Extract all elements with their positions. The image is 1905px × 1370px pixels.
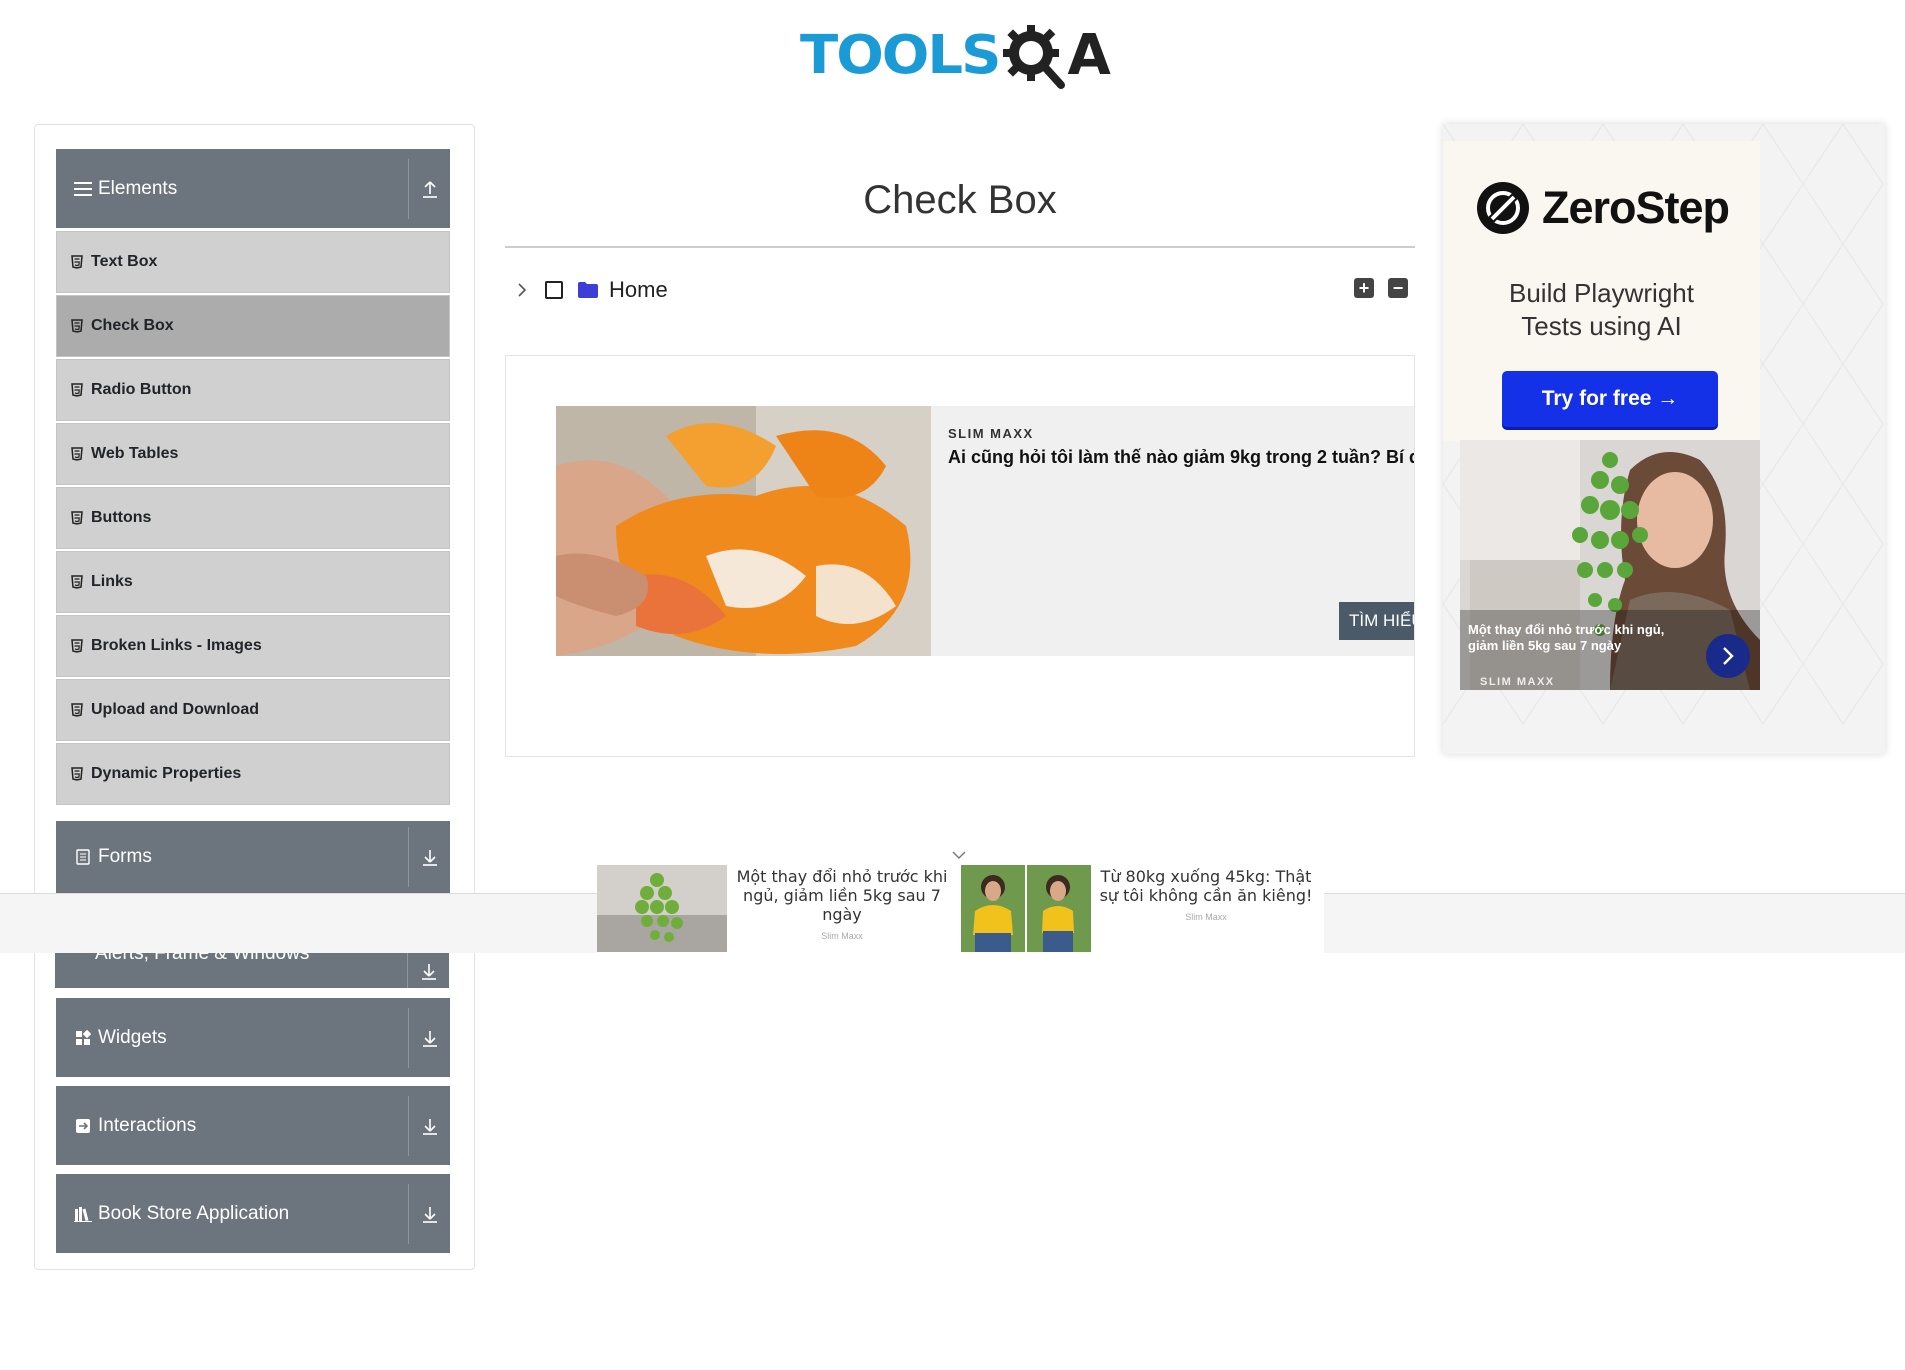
group-label: Widgets [98,1026,167,1048]
sticky-ad-item[interactable]: Một thay đổi nhỏ trước khi ngủ, giảm liề… [597,865,959,953]
folder-icon [578,282,598,298]
right-ad[interactable]: ZeroStep Build Playwright Tests using AI… [1443,124,1885,754]
group-label: Interactions [98,1114,197,1136]
sidebar-item-text-box[interactable]: Text Box [56,231,450,293]
html5-icon [71,255,83,269]
expand-arrow-icon[interactable] [409,848,450,866]
html5-icon [71,447,83,461]
home-checkbox[interactable] [545,281,563,299]
menu-item-label: Broken Links - Images [91,637,262,654]
group-label: Alerts, Frame & Windows [95,953,310,964]
menu-item-label: Radio Button [91,381,192,398]
html5-icon [71,383,83,397]
group-header-interactions[interactable]: Interactions [56,1086,450,1165]
sticky-ad-brand: Slim Maxx [1185,912,1227,922]
logo-a-text: A [1067,22,1111,88]
ad-photo-caption: Một thay đổi nhỏ trước khi ngủ, giảm liề… [1468,622,1665,653]
collapse-arrow-icon[interactable] [409,180,450,198]
logo-tools-text: TOOLS [800,24,1001,86]
expand-arrow-icon[interactable] [408,953,449,988]
group-header-alerts[interactable]: Alerts, Frame & Windows [55,953,449,988]
sticky-ad-brand: Slim Maxx [821,931,863,941]
html5-icon [71,767,83,781]
zerostep-card[interactable]: ZeroStep Build Playwright Tests using AI… [1443,141,1760,441]
group-header-widgets[interactable]: Widgets [56,998,450,1077]
sticky-ad-thumb-women[interactable] [961,865,1091,952]
ad-cta-button[interactable]: TÌM HIỂU THÊM [1339,602,1414,640]
chevron-right-icon[interactable] [1706,634,1750,678]
document-icon [72,846,94,868]
elements-menu-list: Text Box Check Box Radio Button Web Tabl… [56,231,450,807]
chevron-right-icon[interactable] [513,281,531,299]
sticky-ad-item[interactable]: Từ 80kg xuống 45kg: Thật sự tôi không cầ… [961,865,1323,953]
sidebar-item-buttons[interactable]: Buttons [56,487,450,549]
page-title: Check Box [863,178,1057,222]
menu-item-label: Text Box [91,253,158,270]
sticky-ad-thumb-plant[interactable] [597,865,727,952]
toolsqa-logo[interactable]: TOOLS A [800,15,1125,95]
sidebar-item-links[interactable]: Links [56,551,450,613]
menu-item-label: Links [91,573,133,590]
html5-icon [71,639,83,653]
inline-ad-container: SLIM MAXX Ai cũng hỏi tôi làm thế nào gi… [505,355,1415,757]
try-for-free-button[interactable]: Try for free → [1502,371,1718,427]
group-header-forms[interactable]: Forms [56,821,450,893]
group-label: Book Store Application [98,1202,290,1224]
tree-node-home: Home [513,274,668,306]
sticky-ad-text[interactable]: Từ 80kg xuống 45kg: Thật sự tôi không cầ… [1093,867,1319,905]
gear-magnifier-icon [1003,25,1066,89]
ad-image-orange-peel[interactable] [556,406,931,656]
ad-photo-brand: SLIM MAXX [1480,676,1555,688]
expand-arrow-icon[interactable] [409,1117,450,1135]
zerostep-mark-icon [1477,182,1529,234]
menu-lines-icon [72,178,94,200]
sidebar-item-upload-download[interactable]: Upload and Download [56,679,450,741]
ad-photo-woman-plant[interactable]: Một thay đổi nhỏ trước khi ngủ, giảm liề… [1460,440,1760,690]
menu-item-label: Dynamic Properties [91,765,242,782]
expand-arrow-icon[interactable] [409,1029,450,1047]
collapse-all-button[interactable]: − [1388,278,1408,298]
sidebar-item-check-box[interactable]: Check Box [56,295,450,357]
left-panel: Elements Text Box Check Box Radio Button… [34,124,475,1270]
interactions-icon [72,1115,94,1137]
tagline-line-2: Tests using AI [1521,311,1682,341]
chevron-down-icon[interactable] [950,848,968,862]
group-header-book-store[interactable]: Book Store Application [56,1174,450,1253]
html5-icon [71,511,83,525]
group-header-elements[interactable]: Elements [56,149,450,228]
zerostep-tagline: Build Playwright Tests using AI [1443,277,1760,343]
zerostep-name: ZeroStep [1542,182,1730,233]
sticky-ad-text[interactable]: Một thay đổi nhỏ trước khi ngủ, giảm liề… [729,867,955,924]
ad-brand: SLIM MAXX [948,426,1034,441]
group-label: Forms [98,846,152,867]
sidebar-item-broken-links[interactable]: Broken Links - Images [56,615,450,677]
ad-headline[interactable]: Ai cũng hỏi tôi làm thế nào giảm 9kg tro… [948,447,1414,468]
html5-icon [71,575,83,589]
expand-arrow-icon[interactable] [409,1205,450,1223]
html5-icon [71,703,83,717]
sticky-ad[interactable]: Một thay đổi nhỏ trước khi ngủ, giảm liề… [597,865,1324,953]
title-divider [505,246,1415,248]
expand-all-button[interactable]: + [1354,278,1374,298]
menu-item-label: Web Tables [91,445,179,462]
sidebar-item-dynamic-properties[interactable]: Dynamic Properties [56,743,450,805]
menu-item-label: Check Box [91,317,174,334]
widgets-grid-icon [72,1027,94,1049]
tagline-line-1: Build Playwright [1509,278,1694,308]
html5-icon [71,319,83,333]
sidebar-item-web-tables[interactable]: Web Tables [56,423,450,485]
inline-ad[interactable]: SLIM MAXX Ai cũng hỏi tôi làm thế nào gi… [556,406,1414,656]
zerostep-logo: ZeroStep [1476,181,1730,235]
menu-item-label: Buttons [91,509,152,526]
group-label: Elements [98,177,178,199]
books-icon [72,1203,94,1225]
tree-node-label[interactable]: Home [609,277,668,303]
menu-item-label: Upload and Download [91,701,259,718]
sidebar-item-radio-button[interactable]: Radio Button [56,359,450,421]
